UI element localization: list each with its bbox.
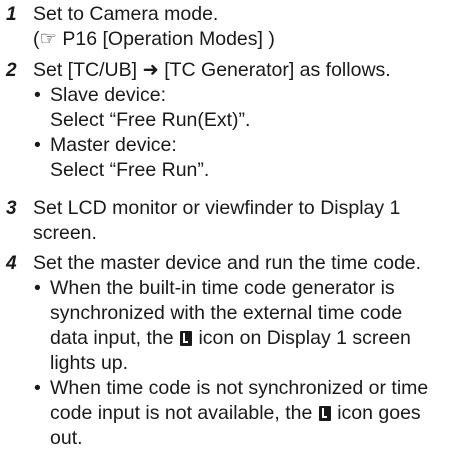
bullet-item-not-synchronized: • When time code is not synchronized or …: [34, 376, 472, 451]
bullet-item-master: • Master device: Select “Free Run”.: [34, 133, 472, 183]
bullet-text: Master device:: [50, 134, 177, 156]
lock-icon: [180, 331, 193, 346]
step-2: 2 Set [TC/UB] ➜ [TC Generator] as follow…: [0, 58, 472, 183]
step-number: 3: [6, 198, 17, 219]
step-text: Set the master device and run the time c…: [33, 252, 422, 274]
bullet-text: synchronized with the external time code: [50, 302, 403, 324]
bullet-item-synchronized: • When the built-in time code generator …: [34, 276, 472, 376]
step-4: 4 Set the master device and run the time…: [0, 251, 472, 451]
bullet-dot: •: [34, 377, 41, 399]
step-number: 1: [6, 4, 17, 25]
bullet-dot: •: [34, 84, 41, 106]
bullet-text-with-icon: code input is not available, the icon go…: [50, 402, 421, 424]
bullet-item-slave: • Slave device: Select “Free Run(Ext)”.: [34, 83, 472, 133]
step-text: screen.: [33, 222, 97, 244]
step-3: 3 Set LCD monitor or viewfinder to Displ…: [0, 196, 472, 246]
bullet-text: Slave device:: [50, 84, 166, 106]
bullet-text: Select “Free Run(Ext)”.: [50, 109, 251, 131]
bullet-text: When time code is not synchronized or ti…: [50, 377, 429, 399]
step-1: 1 Set to Camera mode. (☞ P16 [Operation …: [0, 2, 472, 52]
step-text: Set [TC/UB] ➜ [TC Generator] as follows.: [33, 59, 391, 81]
instruction-document: 1 Set to Camera mode. (☞ P16 [Operation …: [0, 0, 472, 449]
bullet-text-with-icon: data input, the icon on Display 1 screen: [50, 327, 411, 349]
bullet-text: When the built-in time code generator is: [50, 277, 395, 299]
page-reference-link[interactable]: (☞ P16 [Operation Modes] ): [33, 27, 472, 52]
lock-icon: [318, 406, 331, 421]
step-text: Set to Camera mode.: [33, 3, 219, 25]
bullet-text: out.: [50, 427, 83, 449]
bullet-text: lights up.: [50, 352, 129, 374]
bullet-dot: •: [34, 277, 41, 299]
step-text: Set LCD monitor or viewfinder to Display…: [33, 197, 401, 219]
step-number: 2: [6, 60, 17, 81]
bullet-text: Select “Free Run”.: [50, 159, 210, 181]
bullet-dot: •: [34, 134, 41, 156]
step-number: 4: [6, 253, 17, 274]
